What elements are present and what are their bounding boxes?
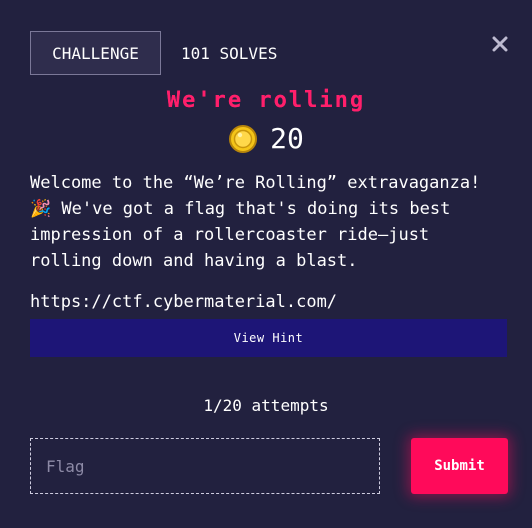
- tab-solves[interactable]: 101 SOLVES: [181, 31, 277, 75]
- challenge-points: 20: [0, 122, 532, 155]
- challenge-title: We're rolling: [166, 88, 366, 113]
- challenge-description: Welcome to the “We’re Rolling” extravaga…: [30, 173, 481, 271]
- challenge-link[interactable]: https://ctf.cybermaterial.com/: [30, 292, 337, 312]
- tab-solves-label: 101 SOLVES: [181, 43, 278, 63]
- view-hint-button[interactable]: View Hint: [30, 319, 507, 357]
- flag-input[interactable]: [30, 438, 380, 494]
- close-icon: [492, 36, 508, 52]
- submit-button[interactable]: Submit: [411, 438, 508, 494]
- tab-challenge-label: CHALLENGE: [52, 43, 139, 63]
- challenge-modal: CHALLENGE 101 SOLVES We're rolling 20 We…: [0, 0, 532, 528]
- points-value: 20: [270, 122, 304, 155]
- close-button[interactable]: [488, 32, 512, 56]
- coin-icon: [229, 124, 258, 153]
- attempts-counter: 1/20 attempts: [203, 396, 329, 415]
- tab-challenge[interactable]: CHALLENGE: [30, 31, 161, 75]
